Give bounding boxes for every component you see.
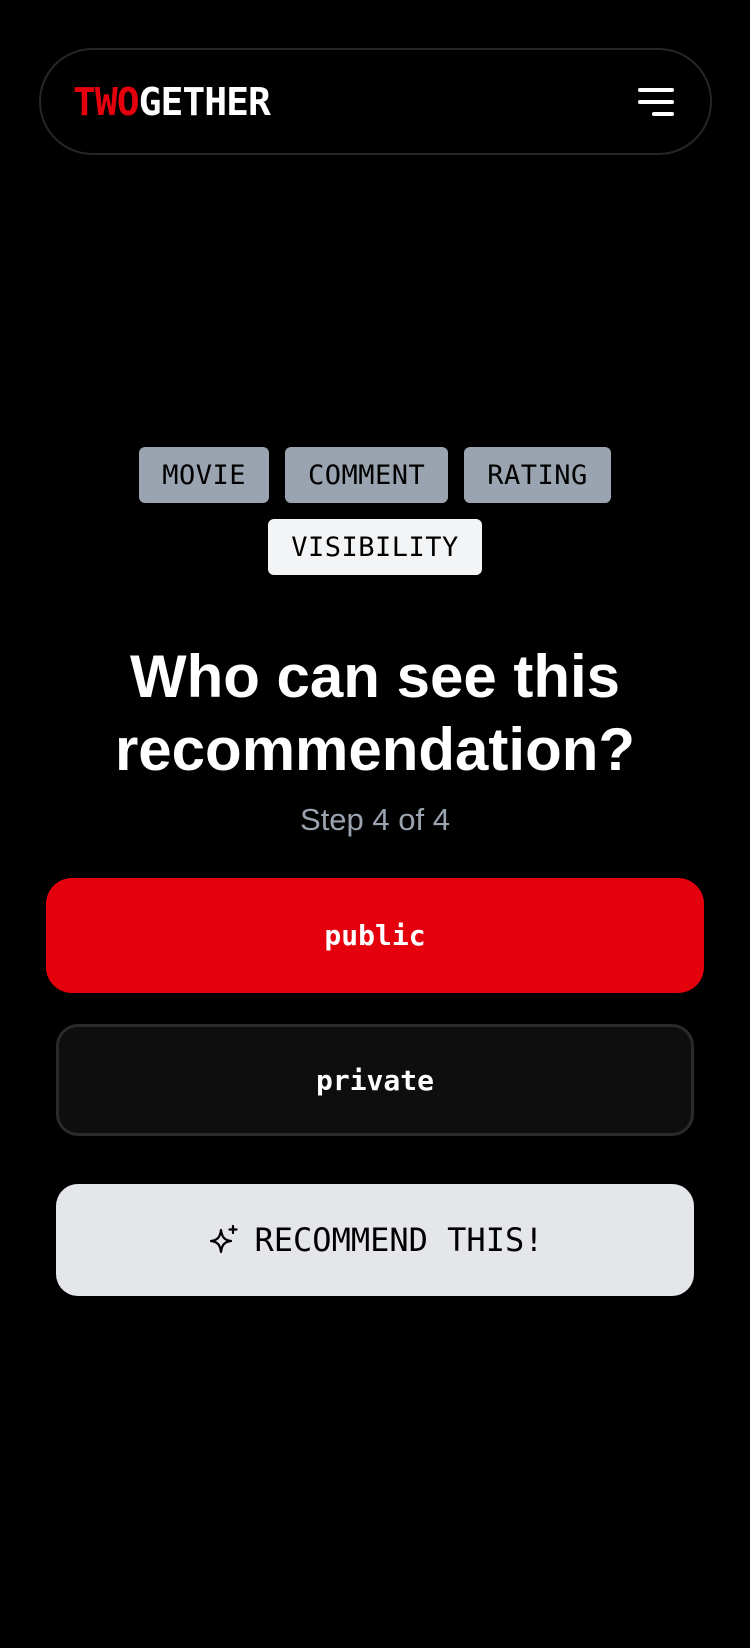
tab-rating[interactable]: RATING (464, 447, 611, 503)
app-logo[interactable]: TWO GETHER (73, 79, 271, 124)
menu-line (638, 99, 674, 104)
page-title: Who can see this recommendation? (114, 643, 636, 783)
menu-line (652, 111, 674, 116)
option-label: private (315, 1063, 434, 1097)
step-indicator: Step 4 of 4 (300, 802, 450, 837)
tab-movie[interactable]: MOVIE (139, 447, 269, 503)
sparkle-icon (209, 1224, 238, 1254)
recommend-button[interactable]: RECOMMEND THIS! (56, 1184, 694, 1296)
top-nav-bar: TWO GETHER (39, 48, 712, 155)
page: TWO GETHER MOVIE COMMENT RATING VISIBILIT… (0, 0, 750, 1648)
menu-line (638, 87, 674, 92)
logo-accent-text: TWO (73, 79, 140, 124)
recommend-button-label: RECOMMEND THIS! (254, 1221, 544, 1259)
visibility-option-public[interactable]: public (46, 878, 704, 993)
visibility-option-private[interactable]: private (56, 1024, 694, 1136)
logo-text: GETHER (138, 79, 271, 124)
tab-comment[interactable]: COMMENT (284, 447, 449, 503)
option-label: public (324, 919, 426, 952)
tab-visibility[interactable]: VISIBILITY (268, 519, 482, 575)
hamburger-menu-icon[interactable] (634, 82, 674, 122)
step-tabs: MOVIE COMMENT RATING VISIBILITY (0, 447, 750, 575)
